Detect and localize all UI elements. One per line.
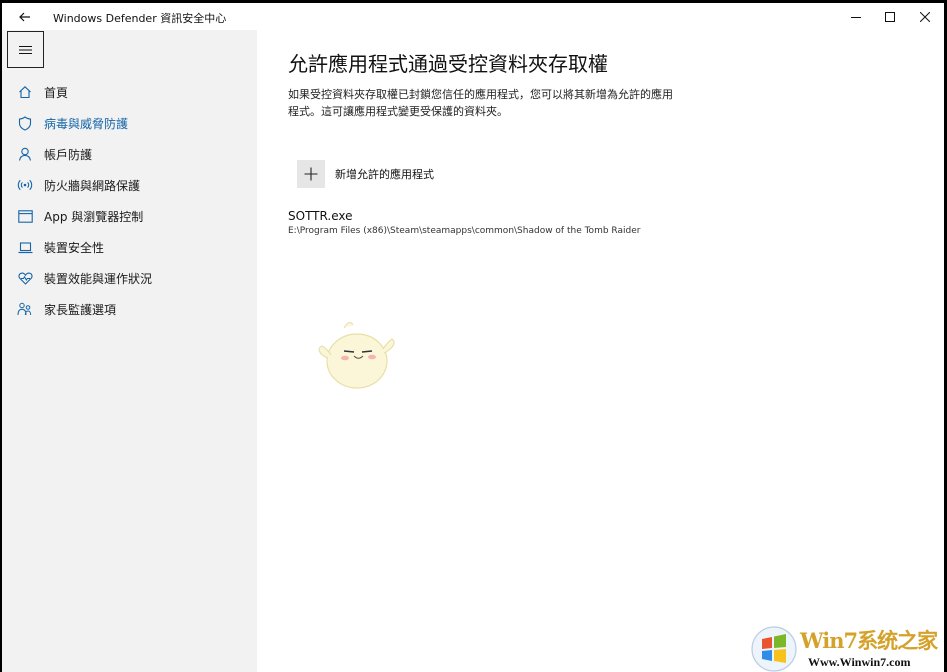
add-allowed-app-label: 新增允許的應用程式	[335, 168, 434, 181]
sidebar-item-firewall[interactable]: 防火牆與網路保護	[2, 170, 257, 200]
sidebar-item-label: 裝置效能與運作狀況	[44, 271, 153, 286]
watermark-url: Www.Winwin7.com	[808, 655, 911, 669]
sidebar-item-label: 家長監護選項	[44, 302, 117, 317]
back-button[interactable]	[12, 6, 38, 28]
sidebar-item-label: 首頁	[44, 85, 69, 100]
title-bar: Windows Defender 資訊安全中心	[2, 3, 944, 30]
app-name: SOTTR.exe	[288, 209, 353, 223]
person-icon	[17, 146, 33, 162]
sidebar-item-home[interactable]: 首頁	[2, 77, 257, 107]
sidebar-item-label: App 與瀏覽器控制	[44, 209, 144, 224]
app-window-icon	[17, 208, 33, 224]
page-title: 允許應用程式通過受控資料夾存取權	[288, 52, 608, 76]
close-button[interactable]	[906, 3, 943, 30]
sidebar-item-virus-protection[interactable]: 病毒與威脅防護	[2, 108, 257, 138]
close-icon	[919, 11, 930, 22]
family-icon	[17, 301, 33, 317]
shield-icon	[17, 115, 33, 131]
sidebar-item-device-performance[interactable]: 裝置效能與運作狀況	[2, 263, 257, 293]
wireless-icon	[17, 177, 33, 193]
sidebar-item-family-options[interactable]: 家長監護選項	[2, 294, 257, 324]
watermark-brand-text: Win7系统之家	[800, 628, 938, 653]
minimize-button[interactable]	[837, 3, 874, 30]
watermark-logo: Win7系统之家 Www.Winwin7.com	[750, 623, 944, 672]
allowed-app-item[interactable]: SOTTR.exe E:\Program Files (x86)\Steam\s…	[288, 209, 640, 236]
sidebar-item-device-security[interactable]: 裝置安全性	[2, 232, 257, 262]
page-description: 如果受控資料夾存取權已封鎖您信任的應用程式，您可以將其新增為允許的應用程式。這可…	[288, 88, 673, 118]
back-arrow-icon	[19, 12, 30, 22]
sidebar-item-label: 裝置安全性	[44, 240, 105, 255]
sidebar: 首頁 病毒與威脅防護 帳戶防護 防火牆與網路保護 App 與瀏覽器控制 裝置安全…	[2, 30, 257, 672]
window-title: Windows Defender 資訊安全中心	[53, 12, 227, 25]
sidebar-item-label: 病毒與威脅防護	[44, 116, 129, 131]
app-window: Windows Defender 資訊安全中心 首頁 病毒與威脅防護 帳戶防護 …	[2, 3, 944, 672]
sidebar-item-label: 帳戶防護	[44, 147, 93, 162]
app-path: E:\Program Files (x86)\Steam\steamapps\c…	[288, 226, 641, 236]
windows-orb-logo	[751, 626, 797, 672]
laptop-icon	[17, 239, 33, 255]
sidebar-item-label: 防火牆與網路保護	[44, 178, 141, 193]
sidebar-item-app-browser-control[interactable]: App 與瀏覽器控制	[2, 201, 257, 231]
maximize-icon	[884, 11, 895, 22]
maximize-button[interactable]	[871, 3, 908, 30]
hamburger-icon	[19, 45, 32, 54]
add-icon-box	[297, 160, 325, 188]
add-allowed-app-button[interactable]: 新增允許的應用程式	[297, 160, 434, 188]
heart-icon	[17, 270, 33, 286]
plus-icon	[304, 167, 318, 181]
minimize-icon	[850, 16, 861, 18]
hamburger-menu-button[interactable]	[7, 31, 44, 68]
mascot-sticker-image	[314, 318, 399, 397]
home-icon	[17, 84, 33, 100]
sidebar-item-account-protection[interactable]: 帳戶防護	[2, 139, 257, 169]
